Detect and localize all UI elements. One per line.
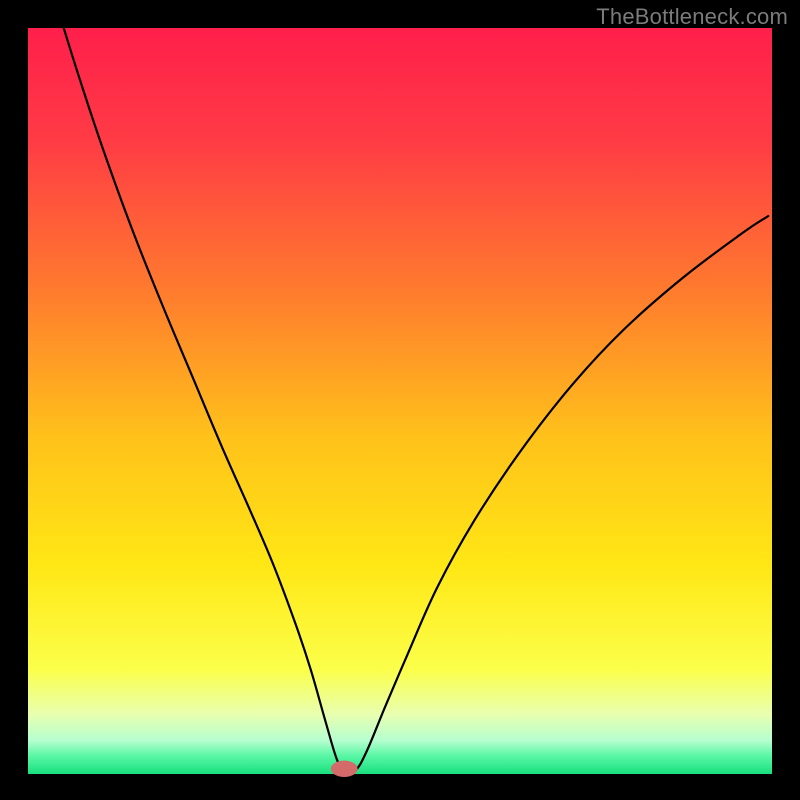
optimal-marker [331,761,358,777]
watermark-text: TheBottleneck.com [596,4,788,30]
chart-container: TheBottleneck.com [0,0,800,800]
bottleneck-chart [0,0,800,800]
plot-area [28,28,772,774]
